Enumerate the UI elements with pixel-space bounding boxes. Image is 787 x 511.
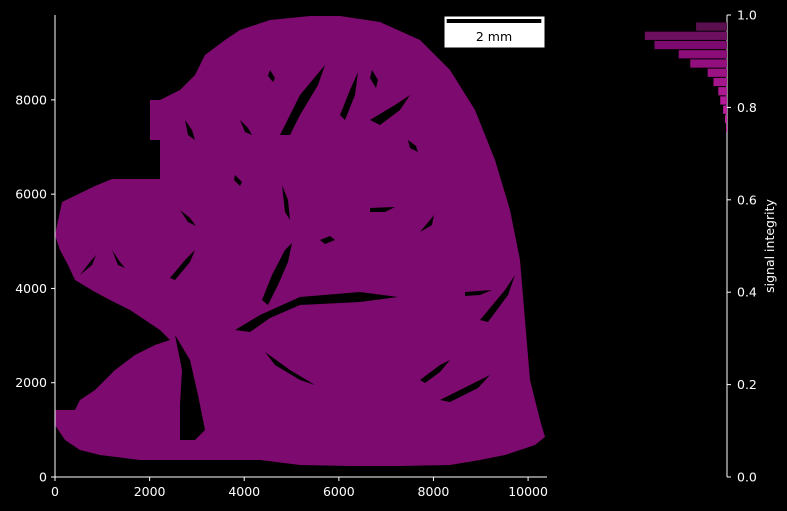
hist-bar	[723, 105, 727, 114]
x-tick-label: 6000	[323, 484, 355, 499]
x-tick-label: 4000	[228, 484, 260, 499]
hist-bar	[726, 124, 727, 133]
y-tick-label: 6000	[15, 187, 47, 202]
hist-bar	[713, 77, 727, 87]
hist-ylabel: signal integrity	[762, 199, 777, 293]
scalebar-line	[446, 19, 542, 23]
y-tick-label: 0	[39, 470, 47, 485]
hist-bar	[644, 31, 727, 40]
hist-bars	[644, 22, 727, 133]
x-tick-label: 0	[51, 484, 59, 499]
x-tick-label: 10000	[508, 484, 548, 499]
tissue-region	[55, 16, 545, 466]
hist-bar	[720, 96, 727, 105]
hist-tick-label: 0.0	[737, 470, 757, 485]
hist-bar	[707, 68, 727, 77]
x-ticks: 0 2000 4000 6000 8000 10000	[51, 477, 548, 499]
hist-tick-label: 0.4	[737, 285, 757, 300]
hist-bar	[696, 22, 727, 31]
x-tick-label: 8000	[418, 484, 450, 499]
hist-bar	[654, 40, 727, 50]
y-tick-label: 4000	[15, 281, 47, 296]
hist-bar	[678, 50, 727, 59]
hist-ticks: 0.0 0.2 0.4 0.6 0.8 1.0	[727, 8, 757, 485]
hist-bar	[718, 87, 727, 96]
y-ticks: 0 2000 4000 6000 8000	[15, 92, 55, 485]
scalebar-label: 2 mm	[476, 29, 512, 44]
hist-tick-label: 0.8	[737, 100, 757, 115]
hist-tick-label: 0.2	[737, 377, 757, 392]
hist-tick-label: 1.0	[737, 8, 757, 23]
chart-canvas: 0 2000 4000 6000 8000 10000 0 2000 4000 6000 8000…	[15, 8, 777, 500]
hist-bar	[690, 59, 727, 68]
x-tick-label: 2000	[134, 484, 166, 499]
tissue-map	[55, 16, 545, 466]
scalebar: 2 mm	[443, 15, 546, 49]
y-tick-label: 8000	[15, 92, 47, 107]
side-histogram: 0.0 0.2 0.4 0.6 0.8 1.0 signal integrity	[644, 8, 777, 485]
hist-bar	[725, 114, 727, 124]
hist-tick-label: 0.6	[737, 192, 757, 207]
y-tick-label: 2000	[15, 375, 47, 390]
